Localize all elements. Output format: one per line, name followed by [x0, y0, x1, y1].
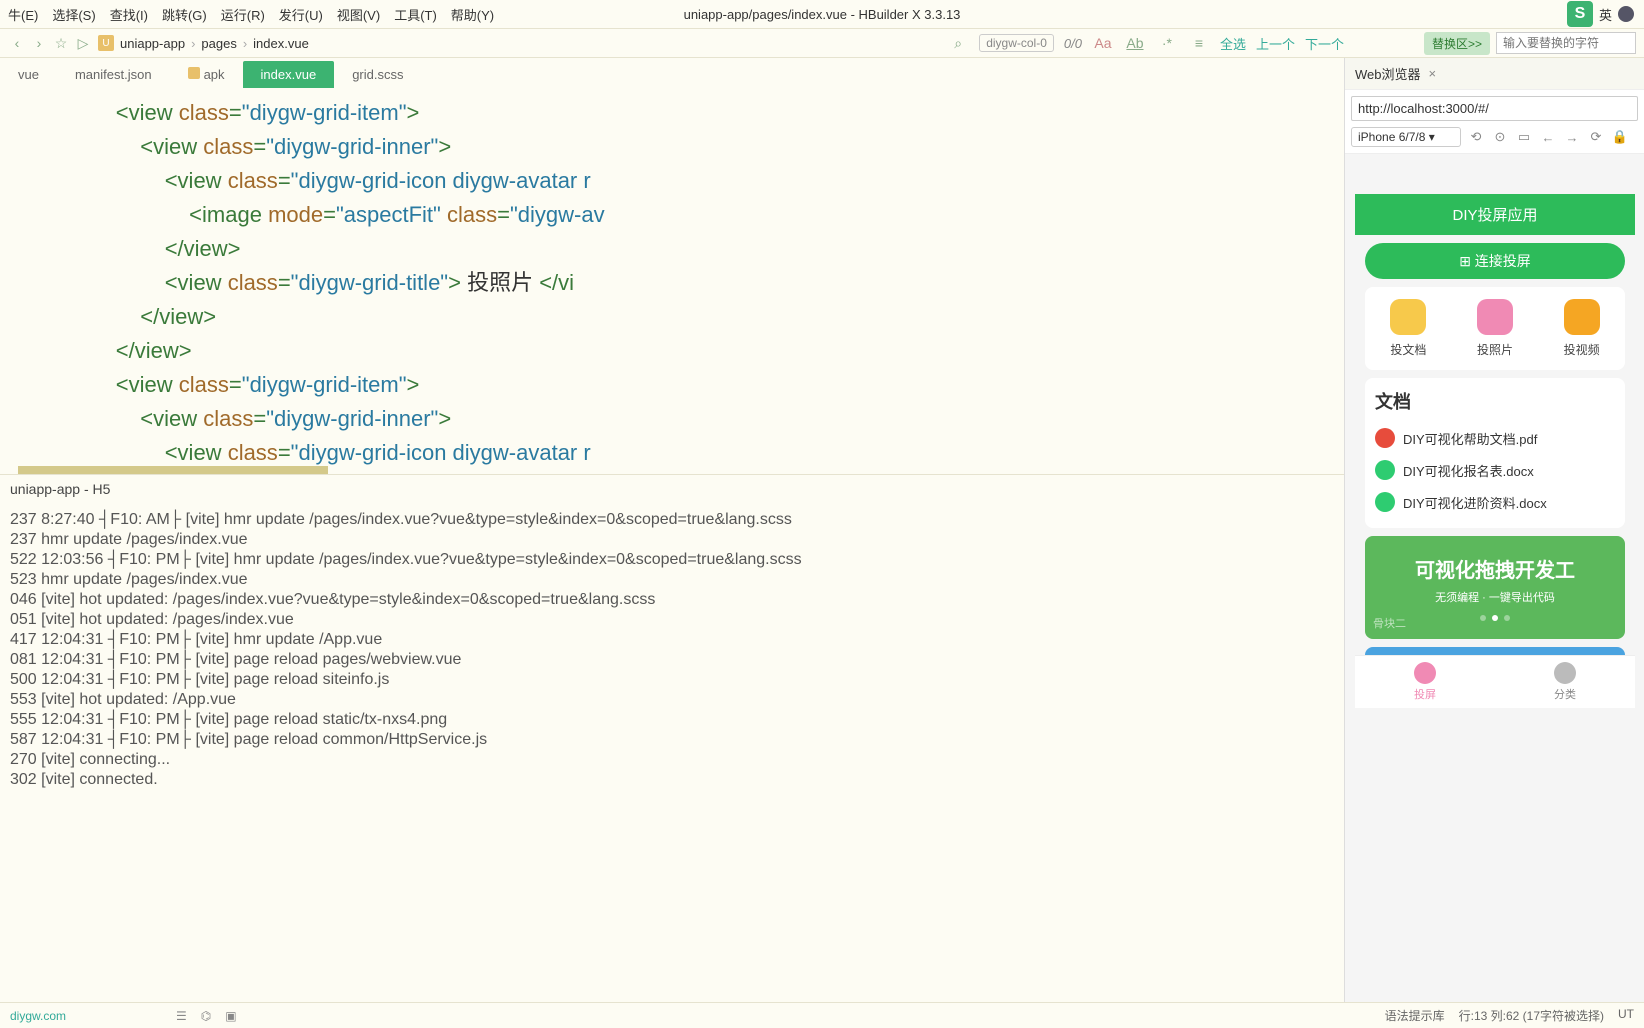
doc-item[interactable]: DIY可视化进阶资料.docx: [1375, 486, 1615, 518]
bottom-tab[interactable]: 投屏: [1355, 656, 1495, 708]
tab-index.vue[interactable]: index.vue: [243, 61, 335, 88]
folder-icon: [188, 67, 200, 79]
tab-icon: [1414, 662, 1436, 684]
file-icon: [1375, 428, 1395, 448]
star-icon[interactable]: ☆: [50, 32, 72, 54]
devtools-icon[interactable]: ▭: [1515, 128, 1533, 146]
grid-icon: [1564, 299, 1600, 335]
close-icon[interactable]: ×: [1429, 66, 1437, 81]
menu-item[interactable]: 牛(E): [8, 5, 38, 24]
status-domain[interactable]: diygw.com: [10, 1009, 66, 1023]
toolbar: ‹ › ☆ ▷ U uniapp-app › pages › index.vue…: [0, 28, 1644, 58]
statusbar: diygw.com ☰ ⌬ ▣ 语法提示库 行:13 列:62 (17字符被选择…: [0, 1002, 1644, 1028]
device-select[interactable]: iPhone 6/7/8 ▾: [1351, 127, 1461, 147]
doc-item[interactable]: DIY可视化报名表.docx: [1375, 454, 1615, 486]
encoding[interactable]: UT: [1618, 1007, 1634, 1024]
prev-link[interactable]: 上一个: [1256, 34, 1295, 53]
file-icon: [1375, 492, 1395, 512]
case-icon[interactable]: Aa: [1092, 32, 1114, 54]
menu-item[interactable]: 跳转(G): [162, 5, 207, 24]
file-icon: [1375, 460, 1395, 480]
web-browser-panel: Web浏览器 × http://localhost:3000/#/ iPhone…: [1344, 58, 1644, 1002]
reload-icon[interactable]: ⟳: [1587, 128, 1605, 146]
app-header: DIY投屏应用: [1355, 194, 1635, 235]
search-term[interactable]: diygw-col-0: [979, 34, 1054, 52]
breadcrumb: U uniapp-app › pages › index.vue: [98, 35, 309, 51]
select-all-link[interactable]: 全选: [1220, 34, 1246, 53]
docs-panel: 文档 DIY可视化帮助文档.pdfDIY可视化报名表.docxDIY可视化进阶资…: [1365, 378, 1625, 528]
back-nav-icon[interactable]: ←: [1539, 128, 1557, 146]
tab-grid.scss[interactable]: grid.scss: [334, 61, 421, 88]
crumb-file[interactable]: index.vue: [253, 36, 309, 51]
phone-preview: DIY投屏应用 ⊞ 连接投屏 投文档 投照片 投视频 文档 DIY可视化帮助文档.p…: [1345, 154, 1644, 1002]
play-icon[interactable]: ▷: [72, 32, 94, 54]
connect-button[interactable]: ⊞ 连接投屏: [1365, 243, 1625, 279]
grid-cell[interactable]: 投照片: [1477, 299, 1513, 358]
action-grid: 投文档 投照片 投视频: [1365, 287, 1625, 370]
window-title: uniapp-app/pages/index.vue - HBuilder X …: [684, 7, 961, 22]
grid-cell[interactable]: 投文档: [1390, 299, 1426, 358]
replace-input[interactable]: [1496, 32, 1636, 54]
rotate-icon[interactable]: ⟲: [1467, 128, 1485, 146]
replace-button[interactable]: 替换区>>: [1424, 32, 1490, 55]
grid-icon: [1390, 299, 1426, 335]
search-counter: 0/0: [1064, 36, 1082, 51]
forward-nav-icon[interactable]: →: [1563, 128, 1581, 146]
list-icon[interactable]: ≡: [1188, 32, 1210, 54]
project-icon: U: [98, 35, 114, 51]
tab-icon: [1554, 662, 1576, 684]
menu-item[interactable]: 发行(U): [279, 5, 323, 24]
tab-manifest.json[interactable]: manifest.json: [57, 61, 170, 88]
menu-item[interactable]: 运行(R): [221, 5, 265, 24]
menu-item[interactable]: 视图(V): [337, 5, 380, 24]
menu-item[interactable]: 选择(S): [52, 5, 95, 24]
url-bar[interactable]: http://localhost:3000/#/: [1351, 96, 1638, 121]
ime-badge[interactable]: S: [1567, 1, 1593, 27]
ime-lang: 英: [1599, 5, 1612, 24]
tab-vue[interactable]: vue: [0, 61, 57, 88]
whole-word-icon[interactable]: Ab: [1124, 32, 1146, 54]
snapshot-icon[interactable]: ⊙: [1491, 128, 1509, 146]
web-browser-tab[interactable]: Web浏览器 ×: [1345, 58, 1644, 90]
docs-title: 文档: [1375, 388, 1615, 414]
lock-icon[interactable]: 🔒: [1611, 128, 1629, 146]
gutter: [0, 88, 18, 474]
syntax-hint[interactable]: 语法提示库: [1385, 1007, 1445, 1024]
promo-banner[interactable]: 可视化拖拽开发工 无须编程 · 一键导出代码 骨块二: [1365, 536, 1625, 639]
search-icon[interactable]: ⌕: [947, 32, 969, 54]
bottom-bar: 投屏分类: [1355, 655, 1635, 708]
crumb-project[interactable]: uniapp-app: [120, 36, 185, 51]
outline-icon[interactable]: ☰: [176, 1009, 187, 1023]
grid-icon: [1477, 299, 1513, 335]
tree-icon[interactable]: ⌬: [201, 1009, 211, 1023]
forward-icon[interactable]: ›: [28, 32, 50, 54]
menu-item[interactable]: 帮助(Y): [451, 5, 494, 24]
regex-icon[interactable]: ·*: [1156, 32, 1178, 54]
grid-cell[interactable]: 投视频: [1564, 299, 1600, 358]
bottom-tab[interactable]: 分类: [1495, 656, 1635, 708]
doc-item[interactable]: DIY可视化帮助文档.pdf: [1375, 422, 1615, 454]
tab-apk[interactable]: apk: [170, 61, 243, 88]
dark-mode-icon[interactable]: [1618, 6, 1634, 22]
cursor-position: 行:13 列:62 (17字符被选择): [1459, 1007, 1604, 1024]
h-scrollbar[interactable]: [18, 466, 328, 474]
slab-label: 骨块二: [1365, 613, 1414, 633]
crumb-folder[interactable]: pages: [201, 36, 236, 51]
terminal-icon[interactable]: ▣: [225, 1009, 236, 1023]
next-link[interactable]: 下一个: [1305, 34, 1344, 53]
back-icon[interactable]: ‹: [6, 32, 28, 54]
menu-item[interactable]: 工具(T): [394, 5, 437, 24]
terminal-title: uniapp-app - H5: [10, 481, 110, 497]
menubar: 牛(E) 选择(S) 查找(I) 跳转(G) 运行(R) 发行(U) 视图(V) 工具(T) 帮…: [0, 0, 1644, 28]
menu-item[interactable]: 查找(I): [110, 5, 148, 24]
